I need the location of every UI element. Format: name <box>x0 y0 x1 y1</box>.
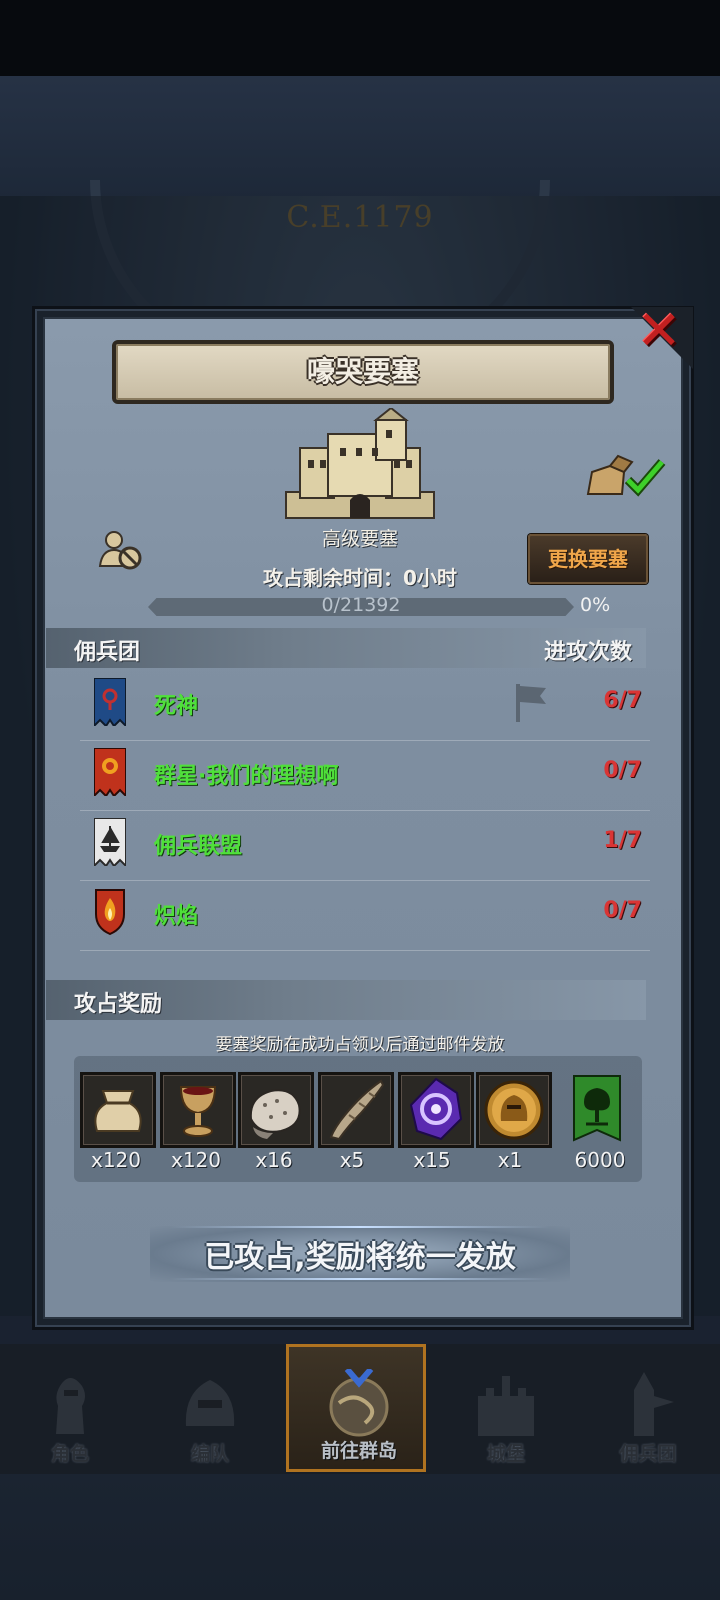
reward-count: x15 <box>413 1148 451 1172</box>
reward-item[interactable] <box>160 1072 236 1148</box>
reward-item[interactable] <box>80 1072 156 1148</box>
remaining-time-value: 0小时 <box>403 566 457 590</box>
golden-helmet-medal-icon <box>484 1080 544 1140</box>
remaining-time-label: 攻占剩余时间： <box>263 566 404 590</box>
reward-count: x120 <box>90 1148 141 1172</box>
guild-tower-icon <box>634 1372 674 1436</box>
purple-crystal-icon <box>409 1077 463 1141</box>
nav-label-castle: 城堡 <box>486 1443 525 1465</box>
reward-item[interactable] <box>398 1072 474 1148</box>
compass-globe-icon <box>329 1369 389 1437</box>
ore-rock-icon <box>249 1089 301 1139</box>
ship-banner-icon <box>94 818 126 866</box>
guild-name: 死神 <box>154 694 199 719</box>
nav-label-islands: 前往群岛 <box>320 1440 397 1462</box>
guild-name: 群星·我们的理想啊 <box>154 764 339 789</box>
reward-count: x16 <box>255 1148 293 1172</box>
supply-check-icon[interactable] <box>584 454 666 498</box>
progress-percent: 0% <box>580 594 611 616</box>
nav-label-guild: 佣兵团 <box>619 1443 677 1465</box>
attack-count: 6/7 <box>603 688 642 713</box>
progress-text: 0/21392 <box>321 594 401 616</box>
reward-count: x120 <box>170 1148 221 1172</box>
attack-count: 0/7 <box>603 758 642 783</box>
nav-label-character: 角色 <box>50 1443 89 1465</box>
flag-icon <box>516 684 546 722</box>
button-glow-top <box>170 1226 550 1228</box>
attack-count-header: 进攻次数 <box>544 640 633 665</box>
castle-nav-icon <box>478 1376 534 1436</box>
reward-item[interactable] <box>318 1072 394 1148</box>
change-fortress-button[interactable]: 更换要塞 <box>528 534 648 584</box>
reward-item[interactable] <box>476 1072 552 1148</box>
guild-row[interactable]: 炽焰 0/7 <box>80 882 650 951</box>
guild-row[interactable]: 群星·我们的理想啊 0/7 <box>80 742 650 811</box>
guild-name: 佣兵联盟 <box>154 834 243 859</box>
blue-banner-icon <box>94 678 126 726</box>
status-bar-area <box>0 0 720 76</box>
close-button[interactable]: ✕ <box>632 304 686 360</box>
helmet-icon <box>185 1380 235 1426</box>
reward-count: x1 <box>497 1148 523 1172</box>
claim-status-label: 已攻占,奖励将统一发放 <box>204 1240 516 1275</box>
knight-icon <box>56 1378 85 1434</box>
guilds-section-title: 佣兵团 <box>74 640 141 665</box>
reward-count: x5 <box>339 1148 365 1172</box>
nav-item-guild[interactable]: 佣兵团 <box>578 1344 718 1472</box>
bottom-backdrop <box>0 1474 720 1600</box>
nav-item-character[interactable]: 角色 <box>0 1344 140 1472</box>
fortress-image <box>285 408 435 519</box>
reward-item[interactable] <box>238 1072 314 1148</box>
nav-item-formation[interactable]: 编队 <box>140 1344 280 1472</box>
guild-row[interactable]: 佣兵联盟 1/7 <box>80 812 650 881</box>
no-user-icon[interactable] <box>96 528 144 572</box>
nav-item-islands[interactable]: 前往群岛 <box>286 1344 426 1472</box>
rewards-section-title: 攻占奖励 <box>74 992 163 1017</box>
fortress-type: 高级要塞 <box>321 528 398 550</box>
reward-count: 6000 <box>574 1148 626 1172</box>
attack-count: 1/7 <box>603 828 642 853</box>
nav-item-castle[interactable]: 城堡 <box>436 1344 576 1472</box>
horn-icon <box>329 1079 385 1141</box>
coin-sack-icon <box>94 1090 142 1132</box>
dialog-title: 嚎哭要塞 <box>306 355 419 388</box>
reward-note: 要塞奖励在成功占领以后通过邮件发放 <box>215 1035 505 1055</box>
red-sun-banner-icon <box>94 748 126 796</box>
nav-label-formation: 编队 <box>190 1443 229 1465</box>
button-glow-bottom <box>170 1278 550 1280</box>
flame-shield-icon <box>95 889 125 936</box>
attack-count: 0/7 <box>603 898 642 923</box>
guild-name: 炽焰 <box>154 904 199 929</box>
green-tree-banner-icon[interactable] <box>572 1074 622 1144</box>
goblet-icon <box>179 1086 217 1137</box>
remaining-time: 攻占剩余时间：0小时 <box>180 562 540 591</box>
guild-row[interactable]: 死神 6/7 <box>80 672 650 741</box>
